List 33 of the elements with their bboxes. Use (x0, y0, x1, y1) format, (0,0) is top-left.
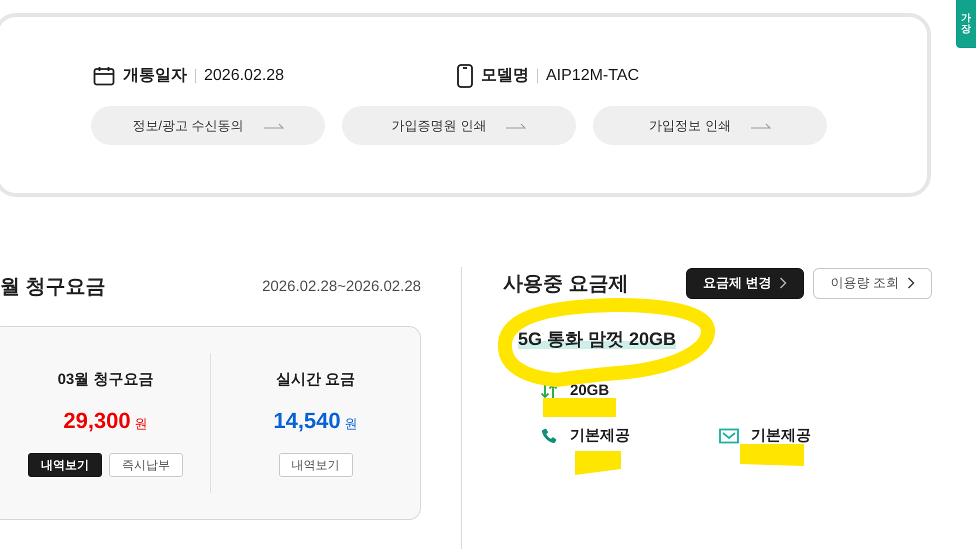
info-label: 모델명 (481, 66, 529, 86)
feature-value: 20GB (570, 381, 610, 401)
info-label: 개통일자 (123, 66, 187, 86)
info-button[interactable]: 가입정보 인쇄 (593, 106, 827, 145)
info-button[interactable]: 가입증명원 인쇄 (342, 106, 576, 145)
feature-value: 기본제공 (751, 426, 811, 446)
feature-value: 기본제공 (570, 426, 630, 446)
info-value: 2026.02.28 (204, 66, 284, 86)
calendar-icon (93, 66, 115, 86)
bill-amount: 14,540 (273, 406, 341, 435)
small-button[interactable]: 내역보기 (28, 452, 102, 477)
section-title: 사용중 요금제 (503, 272, 629, 297)
bill-amount: 29,300 (63, 406, 131, 435)
bill-label: 실시간 요금 (276, 370, 356, 390)
small-button[interactable]: 즉시납부 (109, 452, 183, 477)
plan-name: 5G 통화 맘껏 20GB (518, 329, 676, 349)
highlighter-mark (575, 450, 621, 476)
chevron-right-icon (779, 277, 788, 289)
highlighter-mark (740, 444, 804, 466)
action-button[interactable]: 요금제 변경 (686, 268, 804, 298)
currency-unit: 원 (134, 414, 148, 433)
billing-period: 2026.02.28~2026.02.28 (262, 276, 421, 297)
section-title: 월 청구요금 (0, 275, 106, 300)
small-button[interactable]: 내역보기 (278, 452, 352, 477)
phone-handset-icon (540, 426, 558, 445)
chevron-right-icon (907, 277, 915, 289)
currency-unit: 원 (344, 414, 358, 433)
info-value: AIP12M-TAC (546, 66, 640, 86)
action-button[interactable]: 이용량 조회 (813, 268, 932, 298)
bill-label: 03월 청구요금 (58, 370, 154, 390)
info-button[interactable]: 정보/광고 수신동의 (91, 106, 325, 145)
phone-icon (457, 64, 473, 88)
envelope-icon (719, 428, 739, 444)
